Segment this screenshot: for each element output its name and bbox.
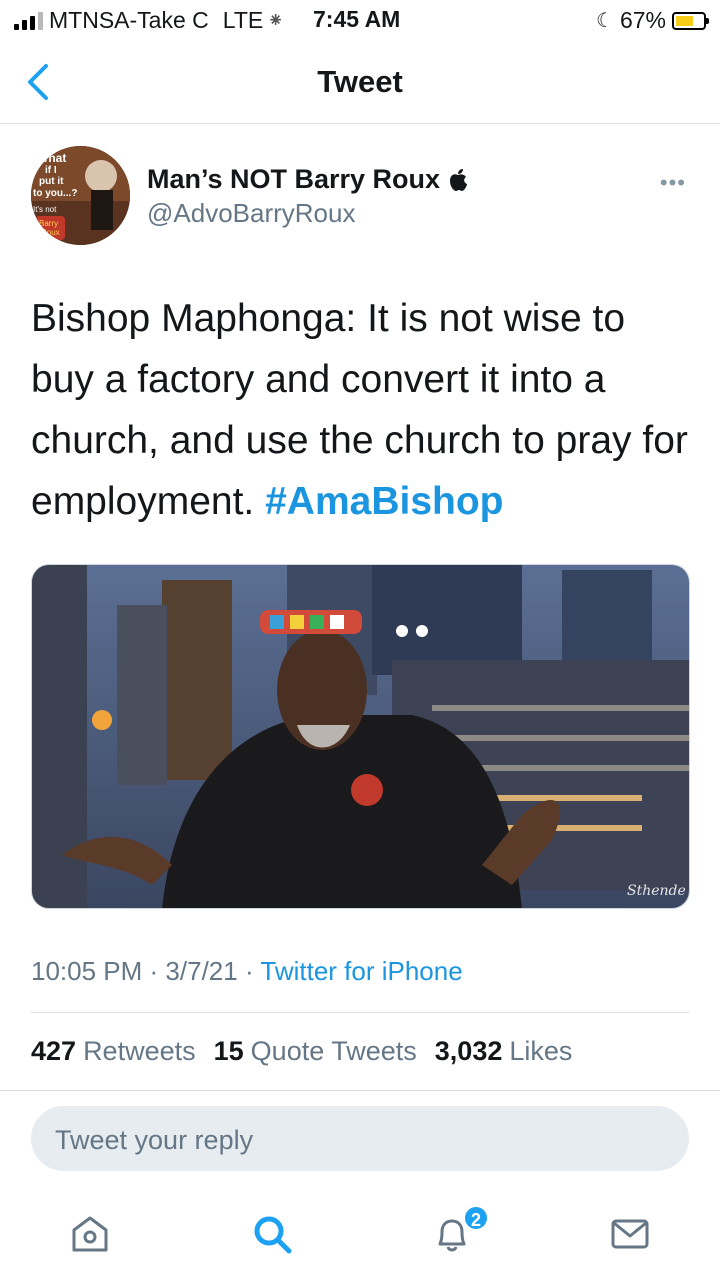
carrier-name: MTNSA-Take C [49,7,209,33]
avatar-text-6: Barry [39,219,58,228]
meta-separator: · [244,956,261,986]
tweet-meta: 10:05 PM · 3/7/21 · Twitter for iPhone [31,956,463,987]
media-image: Sthende [32,565,689,908]
status-bar-right: ☾ 67% [596,7,709,34]
avatar-text-7: Roux [41,228,60,237]
tweet-media[interactable]: Sthende [31,564,690,909]
media-watermark: Sthende [627,883,686,899]
battery-icon [672,11,709,30]
status-bar: MTNSA-Take C LTE ⁕ 7:45 AM ☾ 67% [0,0,720,40]
quote-tweets-stat[interactable]: 15 Quote Tweets [214,1036,417,1067]
avatar-image: What if I put it to you...? It's not Bar… [31,146,130,245]
network-type: LTE [222,7,264,33]
reply-input[interactable]: Tweet your reply [31,1106,689,1171]
tweet-text: Bishop Maphonga: It is not wise to buy a… [31,288,691,532]
tweet-date: 3/7/21 [165,956,238,986]
divider [31,1012,689,1013]
divider [0,1090,720,1091]
apple-icon [450,168,468,191]
username[interactable]: @AdvoBarryRoux [147,198,355,229]
avatar-text-2: if I [45,165,57,176]
messages-icon[interactable] [608,1212,652,1256]
activity-icon: ⁕ [267,10,284,32]
retweets-stat[interactable]: 427 Retweets [31,1036,196,1067]
retweets-label: Retweets [83,1036,196,1066]
page-title: Tweet [317,64,403,99]
avatar-text-3: put it [39,176,64,187]
signal-icon [14,11,43,30]
tweet-source[interactable]: Twitter for iPhone [260,956,462,986]
nav-header: Tweet [0,40,720,124]
likes-stat[interactable]: 3,032 Likes [435,1036,573,1067]
tweet-stats: 427 Retweets 15 Quote Tweets 3,032 Likes [31,1036,572,1067]
status-time: 7:45 AM [313,6,401,32]
display-name-text: Man’s NOT Barry Roux [147,164,441,194]
ellipsis-icon[interactable]: ••• [660,170,686,196]
likes-label: Likes [509,1036,573,1066]
battery-percent: 67% [619,7,666,33]
retweets-count: 427 [31,1036,77,1066]
hashtag-link[interactable]: #AmaBishop [265,480,503,523]
avatar-text-1: What [37,151,66,165]
avatar-text-5: It's not [33,205,57,214]
notification-badge: 2 [463,1205,489,1231]
likes-count: 3,032 [434,1036,503,1066]
home-icon[interactable] [68,1212,112,1256]
avatar[interactable]: What if I put it to you...? It's not Bar… [31,146,130,245]
status-bar-left: MTNSA-Take C LTE ⁕ [14,7,296,34]
tweet-time: 10:05 PM [31,956,143,986]
do-not-disturb-icon: ☾ [596,10,614,32]
quotes-label: Quote Tweets [250,1036,417,1066]
search-icon[interactable] [250,1212,294,1256]
quotes-count: 15 [213,1036,244,1066]
avatar-text-4: to you...? [33,188,77,199]
display-name[interactable]: Man’s NOT Barry Roux [147,164,468,195]
meta-separator: · [149,956,166,986]
